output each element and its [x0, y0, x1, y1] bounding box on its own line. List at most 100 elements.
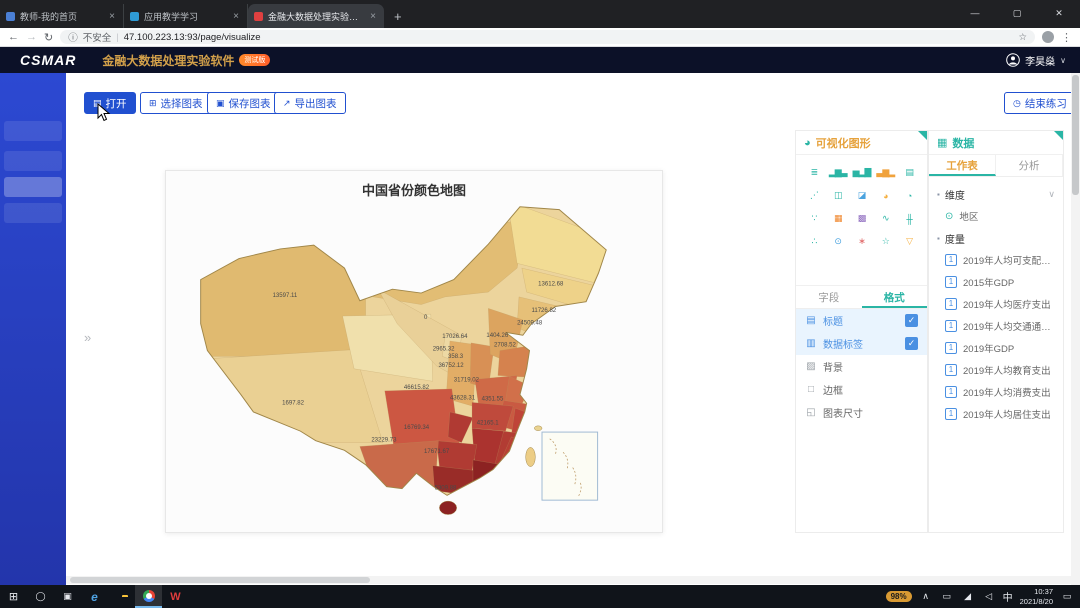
chart-type-icon-radar[interactable]: ☆: [874, 232, 896, 251]
panel-corner-marker: [918, 131, 927, 140]
table-icon: ▦: [937, 136, 947, 149]
chart-type-icon-list[interactable]: ≣: [803, 163, 825, 182]
chrome-icon[interactable]: [135, 585, 162, 608]
chart-type-icon-line[interactable]: ∿: [874, 209, 896, 228]
chart-type-icon-scatter-trend[interactable]: ⋰: [803, 186, 825, 205]
site-info-icon[interactable]: ⓘ: [68, 30, 78, 44]
data-labels-checkbox[interactable]: ✓: [905, 337, 918, 350]
select-chart-button[interactable]: ⊞ 选择图表: [140, 92, 212, 114]
volume-icon[interactable]: ◁: [982, 591, 996, 602]
user-area[interactable]: 李昊燊 ∨: [1006, 47, 1066, 73]
map-region-taiwan[interactable]: [526, 447, 536, 466]
format-item-data-labels[interactable]: ▥ 数据标签 ✓: [796, 332, 927, 355]
tab-worksheet[interactable]: 工作表: [929, 155, 996, 176]
tab-close-icon[interactable]: ×: [231, 11, 241, 22]
chart-type-icon-scatter[interactable]: ∴: [803, 232, 825, 251]
tab-fields[interactable]: 字段: [796, 286, 862, 308]
tab-format[interactable]: 格式: [862, 286, 928, 308]
window-close-button[interactable]: ✕: [1038, 0, 1080, 26]
numeric-field-icon: 1: [945, 408, 957, 420]
measure-field[interactable]: 1 2019年人均消费支出: [929, 381, 1063, 403]
chart-type-icon-wordcloud[interactable]: ∗: [851, 232, 873, 251]
map-region[interactable]: [472, 402, 513, 431]
measure-section-header[interactable]: ▪ 度量: [929, 227, 1063, 249]
measure-field[interactable]: 1 2019年人均交通通信支出: [929, 315, 1063, 337]
chart-type-icon-pie[interactable]: ◕: [874, 186, 896, 205]
browser-tab-1[interactable]: 教师-我的首页 ×: [0, 4, 124, 28]
chart-type-icon-donut[interactable]: ◔: [898, 186, 920, 205]
tab-close-icon[interactable]: ×: [368, 11, 378, 22]
chart-type-icon-histogram[interactable]: ▅▂▇: [851, 163, 873, 182]
format-item-border[interactable]: □ 边框: [796, 378, 927, 401]
ime-indicator[interactable]: 中: [1003, 589, 1013, 604]
start-button[interactable]: ⊞: [0, 590, 27, 603]
notification-center-icon[interactable]: ▭: [1060, 591, 1074, 602]
save-chart-button[interactable]: ▣ 保存图表: [207, 92, 280, 114]
chart-type-icon-combo[interactable]: ◫: [827, 186, 849, 205]
measure-field[interactable]: 1 2015年GDP: [929, 271, 1063, 293]
monitor-icon[interactable]: ▭: [940, 591, 954, 602]
chart-type-icon-hbar[interactable]: ▤: [898, 163, 920, 182]
measure-field[interactable]: 1 2019年人均可支配收入: [929, 249, 1063, 271]
sidebar-menu-item[interactable]: [4, 203, 62, 223]
export-chart-label: 导出图表: [295, 96, 337, 111]
vertical-scrollbar-thumb[interactable]: [1072, 75, 1079, 195]
tab-close-icon[interactable]: ×: [107, 11, 117, 22]
chart-type-icon-funnel[interactable]: ▽: [898, 232, 920, 251]
network-icon[interactable]: ◢: [961, 591, 975, 602]
url-text[interactable]: 47.100.223.13:93/page/visualize: [124, 32, 1014, 43]
new-tab-button[interactable]: +: [384, 9, 412, 28]
sidebar-menu-item[interactable]: [4, 121, 62, 141]
chart-type-icon-treemap[interactable]: ▦: [827, 209, 849, 228]
export-chart-button[interactable]: ↗ 导出图表: [274, 92, 346, 114]
sidebar-menu-item[interactable]: [4, 151, 62, 171]
tray-expand-icon[interactable]: ∧: [919, 591, 933, 602]
measure-field[interactable]: 1 2019年人均教育支出: [929, 359, 1063, 381]
user-avatar-icon: [1006, 53, 1020, 67]
browser-menu-icon[interactable]: ⋮: [1061, 31, 1072, 44]
sidebar-menu-item[interactable]: [4, 177, 62, 197]
wps-icon[interactable]: W: [162, 591, 189, 603]
format-item-chart-size[interactable]: ◱ 图表尺寸: [796, 401, 927, 424]
measure-field[interactable]: 1 2019年人均医疗支出: [929, 293, 1063, 315]
window-maximize-button[interactable]: ▢: [996, 0, 1038, 26]
tab-analysis[interactable]: 分析: [996, 155, 1063, 176]
battery-badge[interactable]: 98%: [886, 591, 912, 602]
open-button[interactable]: ▤ 打开: [84, 92, 136, 114]
dimension-field-region[interactable]: ⊙ 地区: [929, 205, 1063, 227]
chevron-down-icon[interactable]: ∨: [1048, 189, 1055, 200]
browser-tab-3-active[interactable]: 金融大数据处理实验软件 ×: [248, 4, 384, 28]
chart-type-icon-bar[interactable]: ▂▆▃: [827, 163, 849, 182]
task-view-icon[interactable]: ▣: [54, 591, 81, 602]
url-omnibox[interactable]: ⓘ 不安全 | 47.100.223.13:93/page/visualize …: [60, 30, 1035, 44]
taskbar-clock[interactable]: 10:37 2021/8/20: [1020, 587, 1053, 607]
horizontal-scrollbar-thumb[interactable]: [70, 577, 370, 583]
map-region-hainan[interactable]: [439, 501, 456, 514]
chart-type-icon-stacked-bar[interactable]: ▃▆▂: [874, 163, 896, 182]
measure-field[interactable]: 1 2019年GDP: [929, 337, 1063, 359]
forward-icon[interactable]: →: [26, 31, 37, 43]
format-item-label: 标题: [823, 313, 843, 328]
title-checkbox[interactable]: ✓: [905, 314, 918, 327]
back-icon[interactable]: ←: [8, 31, 19, 43]
sidebar-expand-icon[interactable]: »: [84, 330, 91, 345]
window-minimize-button[interactable]: —: [954, 0, 996, 26]
dimension-section-header[interactable]: ▪ 维度 ∨: [929, 183, 1063, 205]
reload-icon[interactable]: ↻: [44, 31, 53, 44]
edge-icon[interactable]: e: [81, 590, 108, 604]
tab-favicon: [254, 12, 263, 21]
chart-type-icon-point-map[interactable]: ∵: [803, 209, 825, 228]
measure-field[interactable]: 1 2019年人均居住支出: [929, 403, 1063, 425]
format-item-title[interactable]: ▤ 标题 ✓: [796, 309, 927, 332]
chart-type-icon-mosaic[interactable]: ▩: [851, 209, 873, 228]
browser-tab-2[interactable]: 应用教学学习 ×: [124, 4, 248, 28]
chart-type-icon-area[interactable]: ◪: [851, 186, 873, 205]
chart-type-icon-candlestick[interactable]: ╫: [898, 209, 920, 228]
bookmark-star-icon[interactable]: ☆: [1018, 32, 1027, 43]
format-item-background[interactable]: ▨ 背景: [796, 355, 927, 378]
chart-type-icon-bubble[interactable]: ⊙: [827, 232, 849, 251]
china-choropleth-map[interactable]: 13597.11 13612.68 11726.82 24509.48 0 17…: [192, 201, 636, 527]
end-practice-button[interactable]: ◷ 结束练习: [1004, 92, 1076, 114]
browser-profile-avatar[interactable]: [1042, 31, 1054, 43]
search-icon[interactable]: ◯: [27, 591, 54, 602]
